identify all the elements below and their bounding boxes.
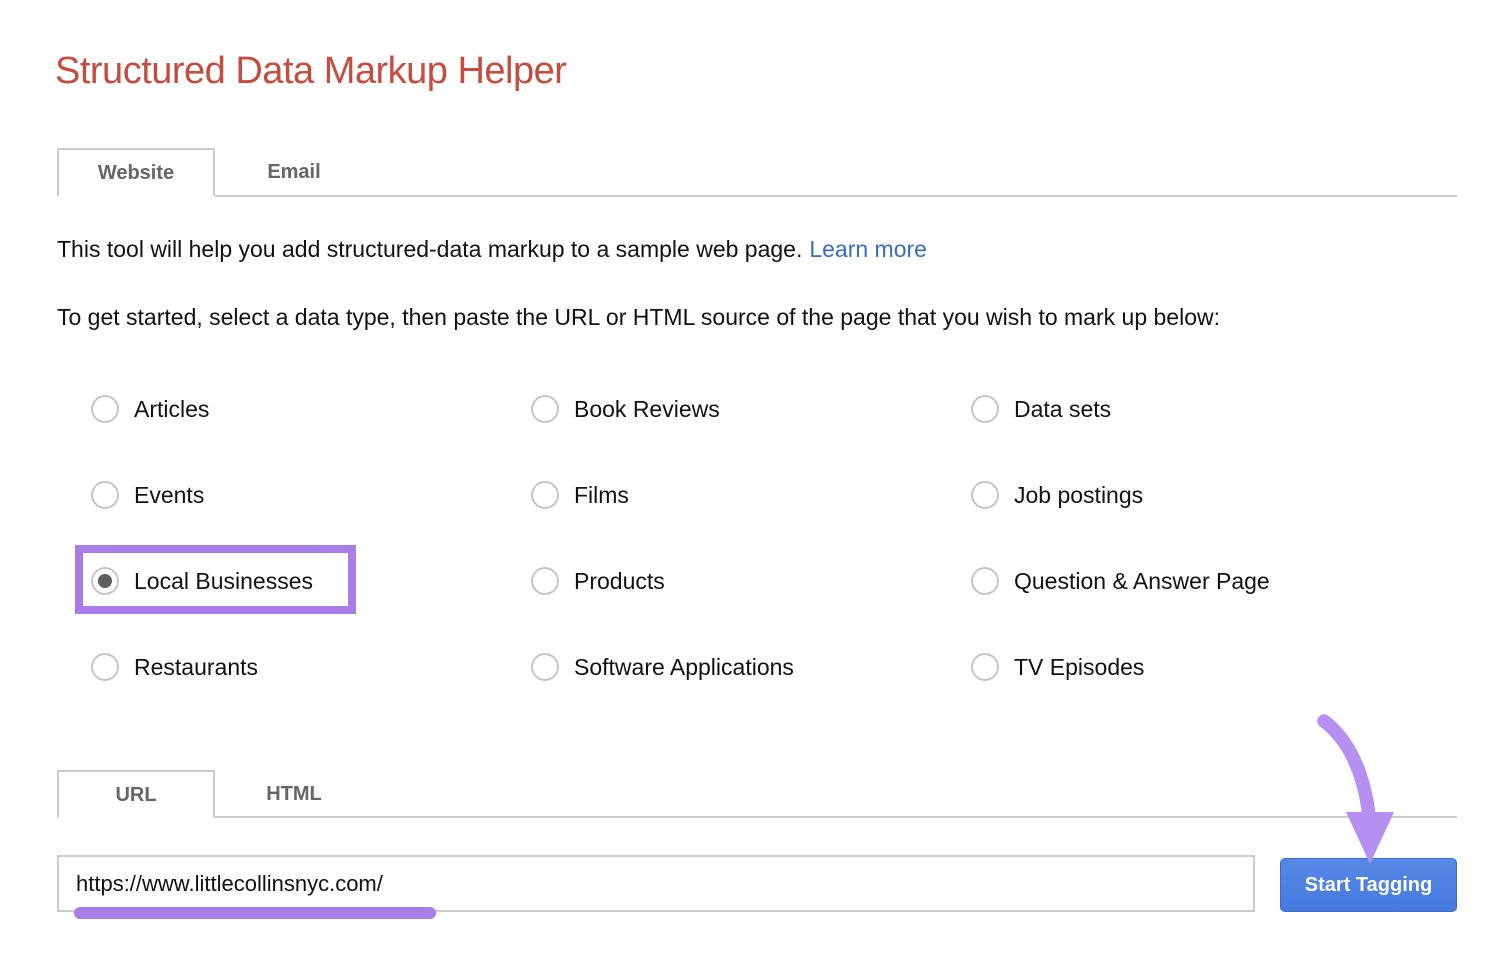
instruction-text: To get started, select a data type, then… <box>57 304 1220 331</box>
radio-question-answer-page[interactable]: Question & Answer Page <box>971 564 1270 598</box>
radio-circle-icon <box>971 395 999 423</box>
intro-text: This tool will help you add structured-d… <box>57 236 927 263</box>
tab-email[interactable]: Email <box>215 148 373 196</box>
radio-label: Software Applications <box>574 654 794 681</box>
url-underline-annotation <box>74 907 436 919</box>
radio-label: Job postings <box>1014 482 1143 509</box>
radio-local-businesses[interactable]: Local Businesses <box>91 564 313 598</box>
radio-book-reviews[interactable]: Book Reviews <box>531 392 720 426</box>
radio-circle-icon <box>91 653 119 681</box>
radio-circle-icon <box>531 481 559 509</box>
radio-selected-icon <box>91 567 119 595</box>
main-tabs-divider <box>215 195 1457 197</box>
radio-label: Films <box>574 482 629 509</box>
radio-events[interactable]: Events <box>91 478 204 512</box>
intro-sentence: This tool will help you add structured-d… <box>57 236 802 262</box>
radio-label: Articles <box>134 396 209 423</box>
tab-html-label: HTML <box>266 783 322 806</box>
radio-circle-icon <box>971 567 999 595</box>
radio-tv-episodes[interactable]: TV Episodes <box>971 650 1144 684</box>
tab-html[interactable]: HTML <box>215 770 373 818</box>
radio-label: Events <box>134 482 204 509</box>
radio-articles[interactable]: Articles <box>91 392 209 426</box>
radio-label: Question & Answer Page <box>1014 568 1270 595</box>
tab-email-label: Email <box>267 161 320 184</box>
tab-website-label: Website <box>98 162 174 185</box>
radio-films[interactable]: Films <box>531 478 629 512</box>
radio-job-postings[interactable]: Job postings <box>971 478 1143 512</box>
radio-products[interactable]: Products <box>531 564 665 598</box>
radio-label: TV Episodes <box>1014 654 1144 681</box>
radio-label: Book Reviews <box>574 396 720 423</box>
start-tagging-button[interactable]: Start Tagging <box>1280 858 1457 912</box>
radio-circle-icon <box>971 481 999 509</box>
radio-circle-icon <box>971 653 999 681</box>
radio-circle-icon <box>531 395 559 423</box>
radio-label: Restaurants <box>134 654 258 681</box>
radio-data-sets[interactable]: Data sets <box>971 392 1111 426</box>
learn-more-link[interactable]: Learn more <box>809 236 927 262</box>
radio-label: Data sets <box>1014 396 1111 423</box>
radio-circle-icon <box>531 567 559 595</box>
radio-label: Products <box>574 568 665 595</box>
source-tabs-divider <box>215 816 1457 818</box>
structured-data-markup-helper-page: Structured Data Markup Helper Website Em… <box>0 0 1498 972</box>
radio-label: Local Businesses <box>134 568 313 595</box>
page-title: Structured Data Markup Helper <box>55 50 566 93</box>
curved-arrow-icon <box>1305 700 1415 872</box>
tab-website[interactable]: Website <box>57 148 215 196</box>
tab-url-label: URL <box>115 784 156 807</box>
url-input[interactable] <box>57 855 1255 912</box>
tab-url[interactable]: URL <box>57 770 215 818</box>
radio-circle-icon <box>91 395 119 423</box>
radio-restaurants[interactable]: Restaurants <box>91 650 258 684</box>
radio-circle-icon <box>91 481 119 509</box>
radio-software-applications[interactable]: Software Applications <box>531 650 794 684</box>
radio-circle-icon <box>531 653 559 681</box>
